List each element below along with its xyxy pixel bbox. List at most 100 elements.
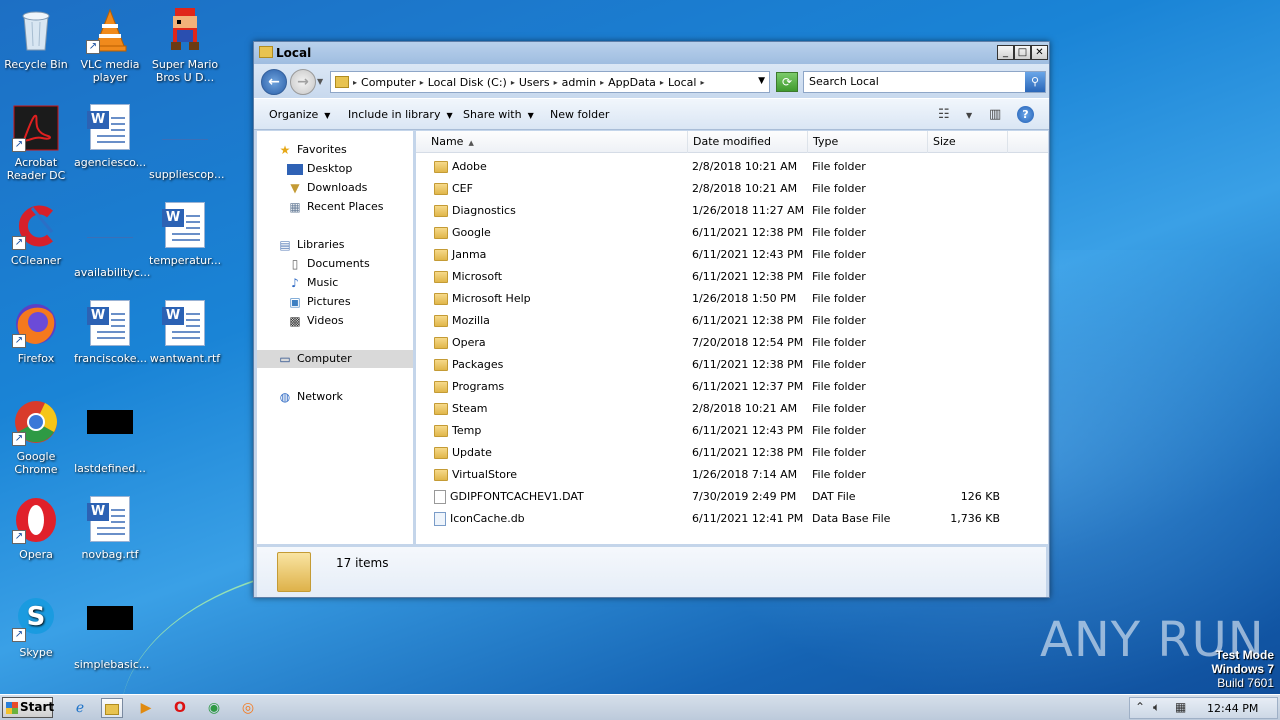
nav-favorites[interactable]: ★ Favorites bbox=[277, 141, 347, 159]
breadcrumb-local-disk[interactable]: Local Disk (C:) bbox=[428, 76, 507, 89]
desktop-icon-novbag[interactable]: W novbag.rtf bbox=[74, 496, 146, 561]
nav-music[interactable]: ♪ Music bbox=[287, 274, 338, 292]
table-row[interactable]: GDIPFONTCACHEV1.DAT 7/30/2019 2:49 PM DAT … bbox=[416, 486, 1048, 508]
table-row[interactable]: CEF 2/8/2018 10:21 AM File folder bbox=[416, 178, 1048, 200]
close-button[interactable]: ✕ bbox=[1031, 45, 1048, 60]
breadcrumb-admin[interactable]: admin bbox=[562, 76, 596, 89]
new-folder-button[interactable]: New folder bbox=[550, 108, 609, 121]
nav-videos[interactable]: ▩ Videos bbox=[287, 312, 343, 330]
table-row[interactable]: Microsoft 6/11/2021 12:38 PM File folder bbox=[416, 266, 1048, 288]
desktop-icon-suppliescop[interactable]: suppliescop... bbox=[149, 104, 225, 181]
breadcrumb-users[interactable]: Users bbox=[519, 76, 550, 89]
desktop-icon-wantwant[interactable]: W wantwant.rtf bbox=[149, 300, 221, 365]
desktop-icon-recycle-bin[interactable]: Recycle Bin bbox=[0, 6, 72, 71]
table-row[interactable]: Adobe 2/8/2018 10:21 AM File folder bbox=[416, 156, 1048, 178]
desktop-icon-ccleaner[interactable]: ↗ CCleaner bbox=[0, 202, 72, 267]
share-with-button[interactable]: Share with ▼ bbox=[463, 108, 534, 121]
desktop-icon-temperatur[interactable]: W temperatur... bbox=[149, 202, 221, 267]
breadcrumb-local[interactable]: Local bbox=[668, 76, 697, 89]
firefox-icon[interactable]: ◎ bbox=[237, 698, 259, 718]
nav-documents[interactable]: ▯ Documents bbox=[287, 255, 370, 273]
address-dropdown-icon[interactable]: ▼ bbox=[758, 76, 765, 86]
table-row[interactable]: IconCache.db 6/11/2021 12:41 PM Data Base … bbox=[416, 508, 1048, 530]
table-row[interactable]: Diagnostics 1/26/2018 11:27 AM File folder bbox=[416, 200, 1048, 222]
file-name: Programs bbox=[434, 376, 504, 398]
table-row[interactable]: Janma 6/11/2021 12:43 PM File folder bbox=[416, 244, 1048, 266]
include-in-library-button[interactable]: Include in library ▼ bbox=[348, 108, 453, 121]
breadcrumb-computer[interactable]: Computer bbox=[361, 76, 416, 89]
nav-libraries[interactable]: ▤ Libraries bbox=[277, 236, 344, 254]
file-type: File folder bbox=[812, 446, 866, 459]
desktop-icon-lastdefined[interactable]: lastdefined... bbox=[74, 398, 146, 475]
desktop-icon-acrobat[interactable]: ↗ Acrobat Reader DC bbox=[0, 104, 72, 182]
forward-button[interactable]: → bbox=[290, 69, 316, 95]
desktop-icon-mario[interactable]: Super Mario Bros U D... bbox=[149, 6, 221, 84]
volume-icon[interactable]: 🔈︎ bbox=[1153, 700, 1160, 715]
desktop-icon-simplebasic[interactable]: simplebasic... bbox=[74, 594, 149, 671]
shortcut-arrow-icon: ↗ bbox=[12, 236, 26, 250]
help-icon[interactable]: ? bbox=[1017, 106, 1034, 123]
desktop-icon-agenciesco[interactable]: W agenciesco... bbox=[74, 104, 146, 169]
firefox-icon: ↗ bbox=[12, 300, 60, 348]
table-row[interactable]: Microsoft Help 1/26/2018 1:50 PM File fold… bbox=[416, 288, 1048, 310]
table-row[interactable]: Packages 6/11/2021 12:38 PM File folder bbox=[416, 354, 1048, 376]
column-date-modified[interactable]: Date modified bbox=[688, 131, 808, 153]
nav-desktop[interactable]: Desktop bbox=[287, 160, 352, 178]
nav-recent-places[interactable]: ▦ Recent Places bbox=[287, 198, 383, 216]
table-row[interactable]: Steam 2/8/2018 10:21 AM File folder bbox=[416, 398, 1048, 420]
desktop-icon-skype[interactable]: S ↗ Skype bbox=[0, 594, 72, 659]
clock[interactable]: 12:44 PM bbox=[1207, 702, 1258, 715]
file-date: 7/30/2019 2:49 PM bbox=[692, 490, 797, 503]
recent-pages-dropdown-icon[interactable]: ▼ bbox=[317, 77, 323, 86]
column-type[interactable]: Type bbox=[808, 131, 928, 153]
media-player-icon[interactable]: ▶ bbox=[135, 698, 157, 718]
folder-icon bbox=[434, 161, 448, 173]
address-row: ← → ▼ ▸ Computer ▸ Local Disk (C:) ▸ Use… bbox=[254, 64, 1049, 98]
nav-computer[interactable]: ▭ Computer bbox=[257, 350, 413, 368]
chrome-icon[interactable]: ◉ bbox=[203, 698, 225, 718]
view-options-icon[interactable]: ☷ bbox=[938, 107, 950, 122]
refresh-button[interactable]: ⟳ bbox=[776, 72, 798, 92]
back-button[interactable]: ← bbox=[261, 69, 287, 95]
search-icon[interactable]: ⚲ bbox=[1025, 72, 1045, 92]
desktop-icon-availability[interactable]: availabilityc... bbox=[74, 202, 150, 279]
nav-downloads[interactable]: ▼ Downloads bbox=[287, 179, 367, 197]
table-row[interactable]: Google 6/11/2021 12:38 PM File folder bbox=[416, 222, 1048, 244]
desktop-icon-firefox[interactable]: ↗ Firefox bbox=[0, 300, 72, 365]
table-row[interactable]: Update 6/11/2021 12:38 PM File folder bbox=[416, 442, 1048, 464]
table-row[interactable]: Programs 6/11/2021 12:37 PM File folder bbox=[416, 376, 1048, 398]
nav-pictures[interactable]: ▣ Pictures bbox=[287, 293, 350, 311]
table-row[interactable]: Temp 6/11/2021 12:43 PM File folder bbox=[416, 420, 1048, 442]
desktop-icon-chrome[interactable]: ↗ Google Chrome bbox=[0, 398, 72, 476]
file-type: Data Base File bbox=[812, 512, 891, 525]
address-bar[interactable]: ▸ Computer ▸ Local Disk (C:) ▸ Users ▸ a… bbox=[330, 71, 770, 93]
maximize-button[interactable]: □ bbox=[1014, 45, 1031, 60]
nav-network[interactable]: ◍ Network bbox=[277, 388, 343, 406]
breadcrumb-appdata[interactable]: AppData bbox=[608, 76, 656, 89]
opera-icon[interactable]: O bbox=[169, 698, 191, 718]
file-name: Adobe bbox=[434, 156, 487, 178]
view-dropdown-icon[interactable]: ▼ bbox=[966, 111, 972, 120]
folder-icon bbox=[434, 425, 448, 437]
organize-button[interactable]: Organize ▼ bbox=[269, 108, 330, 121]
folder-icon bbox=[434, 293, 448, 305]
preview-pane-icon[interactable]: ▥ bbox=[989, 107, 1001, 122]
desktop-icon-opera[interactable]: ↗ Opera bbox=[0, 496, 72, 561]
table-row[interactable]: Mozilla 6/11/2021 12:38 PM File folder bbox=[416, 310, 1048, 332]
desktop-icon-franciscoke[interactable]: W franciscoke... bbox=[74, 300, 147, 365]
word-doc-icon: W bbox=[161, 202, 209, 250]
table-row[interactable]: Opera 7/20/2018 12:54 PM File folder bbox=[416, 332, 1048, 354]
network-icon[interactable]: ▦ bbox=[1175, 700, 1186, 714]
minimize-button[interactable]: _ bbox=[997, 45, 1014, 60]
column-size[interactable]: Size bbox=[928, 131, 1008, 153]
title-bar[interactable]: Local _ □ ✕ bbox=[254, 42, 1049, 64]
explorer-icon[interactable] bbox=[101, 698, 123, 718]
show-hidden-icons-icon[interactable]: ⌃ bbox=[1135, 700, 1145, 714]
ie-icon[interactable]: ℯ bbox=[69, 698, 91, 718]
start-button[interactable]: Start bbox=[2, 697, 54, 718]
search-input[interactable]: Search Local ⚲ bbox=[803, 71, 1046, 93]
table-row[interactable]: VirtualStore 1/26/2018 7:14 AM File folder bbox=[416, 464, 1048, 486]
file-date: 6/11/2021 12:38 PM bbox=[692, 314, 804, 327]
column-name[interactable]: Name ▲ bbox=[426, 131, 688, 153]
desktop-icon-vlc[interactable]: ↗ VLC media player bbox=[74, 6, 146, 84]
